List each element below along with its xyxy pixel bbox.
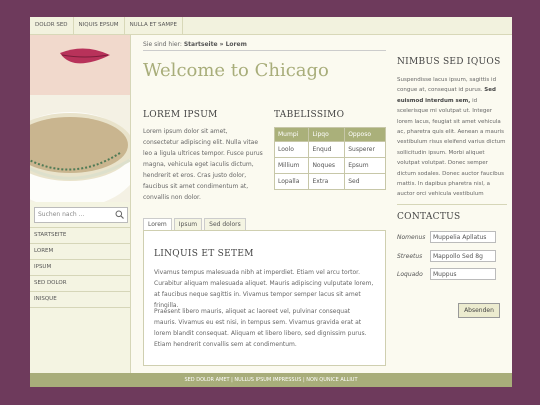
table-cell: Extra bbox=[308, 173, 346, 190]
left-sidebar: Suchen nach ... STARTSEITE LOREM IPSUM S… bbox=[30, 35, 131, 373]
table-cell: Millium bbox=[273, 157, 310, 174]
table-cell: Noques bbox=[308, 157, 346, 174]
nimbus-text: Suspendisse lacus ipsum, sagittis id con… bbox=[397, 75, 507, 200]
table-row: Millium Noques Epsum bbox=[273, 157, 386, 174]
top-navigation: DOLOR SED NIQUIS EPSUM NULLA ET SAMPE bbox=[30, 17, 512, 35]
search-input[interactable]: Suchen nach ... bbox=[34, 207, 128, 223]
tab-panel-paragraph-1: Vivamus tempus malesuada nibh at imperdi… bbox=[154, 269, 374, 309]
table-cell: Sed bbox=[344, 173, 386, 190]
topnav-link-dolor-sed[interactable]: DOLOR SED bbox=[30, 17, 74, 34]
leftnav-item-inisque[interactable]: INISQUE bbox=[30, 291, 130, 308]
nimbus-heading: NIMBUS SED IQUOS bbox=[397, 57, 501, 67]
table-row: Loolo Enqud Susperer bbox=[273, 141, 386, 158]
contact-heading: CONTACTUS bbox=[397, 212, 461, 222]
table-cell: Susperer bbox=[344, 141, 386, 158]
breadcrumb: Sie sind hier: Startseite » Lorem bbox=[143, 41, 386, 51]
topnav-link-nulla-et-sampe[interactable]: NULLA ET SAMPE bbox=[125, 17, 183, 34]
search-icon[interactable] bbox=[115, 210, 124, 219]
table-header-cell: Lipqo bbox=[308, 127, 346, 142]
table-header-cell: Mumpi bbox=[273, 127, 310, 142]
nimbus-text-b: id scelerisque mi volutpat ut. Integer l… bbox=[397, 97, 506, 198]
page-title: Welcome to Chicago bbox=[143, 60, 329, 81]
leftnav-item-ipsum[interactable]: IPSUM bbox=[30, 259, 130, 275]
table-cell: Enqud bbox=[308, 141, 346, 158]
coffee-lips-photo bbox=[30, 35, 130, 202]
leftnav-item-lorem[interactable]: LOREM bbox=[30, 243, 130, 259]
search-placeholder: Suchen nach ... bbox=[38, 211, 85, 218]
location-label: Loquado bbox=[397, 271, 423, 278]
breadcrumb-path[interactable]: Startseite » Lorem bbox=[184, 41, 247, 48]
left-navigation: STARTSEITE LOREM IPSUM SED DOLOR INISQUE bbox=[30, 227, 130, 308]
page: DOLOR SED NIQUIS EPSUM NULLA ET SAMPE Su… bbox=[30, 17, 512, 387]
content-tabs: Lorem Ipsum Sed dolors bbox=[143, 218, 248, 230]
lorem-ipsum-heading: LOREM IPSUM bbox=[143, 110, 218, 120]
leftnav-item-sed-dolor[interactable]: SED DOLOR bbox=[30, 275, 130, 291]
tab-ipsum[interactable]: Ipsum bbox=[173, 218, 203, 230]
table-cell: Lopalla bbox=[273, 173, 310, 190]
topnav-link-niquis-epsum[interactable]: NIQUIS EPSUM bbox=[74, 17, 125, 34]
name-field[interactable]: Muppelia Apllatus bbox=[430, 231, 496, 243]
table-cell: Loolo bbox=[273, 141, 310, 158]
sidebar-divider bbox=[397, 203, 507, 205]
table-header-cell: Opposo bbox=[344, 127, 386, 142]
right-sidebar: NIMBUS SED IQUOS Suspendisse lacus ipsum… bbox=[397, 57, 507, 205]
street-field[interactable]: Mappollo Sed 8g bbox=[430, 250, 496, 262]
table-cell: Epsum bbox=[344, 157, 386, 174]
submit-button[interactable]: Absenden bbox=[458, 303, 500, 318]
tab-panel: LINQUIS ET SETEM Vivamus tempus malesuad… bbox=[143, 230, 386, 366]
street-label: Streetus bbox=[397, 253, 423, 260]
location-field[interactable]: Muppus bbox=[430, 268, 496, 280]
tab-sed-dolors[interactable]: Sed dolors bbox=[204, 218, 246, 230]
footer: SED DOLOR AMET | NULLUS IPSUM IMPRESSUS … bbox=[30, 373, 512, 387]
table-heading: TABELISSIMO bbox=[274, 110, 345, 120]
breadcrumb-prefix: Sie sind hier: bbox=[143, 41, 184, 48]
leftnav-item-startseite[interactable]: STARTSEITE bbox=[30, 227, 130, 243]
tab-lorem[interactable]: Lorem bbox=[143, 218, 172, 230]
table-header-row: Mumpi Lipqo Opposo bbox=[273, 127, 386, 142]
data-table: Mumpi Lipqo Opposo Loolo Enqud Susperer … bbox=[273, 127, 386, 190]
lorem-ipsum-text: Lorem ipsum dolor sit amet, consectetur … bbox=[143, 128, 263, 201]
nimbus-text-a: Suspendisse lacus ipsum, sagittis id con… bbox=[397, 77, 497, 94]
tab-panel-paragraph-2: Praesent libero mauris, aliquet ac laore… bbox=[154, 308, 367, 348]
table-row: Lopalla Extra Sed bbox=[273, 173, 386, 190]
tab-panel-heading: LINQUIS ET SETEM bbox=[154, 249, 254, 259]
name-label: Nomenus bbox=[397, 234, 426, 241]
